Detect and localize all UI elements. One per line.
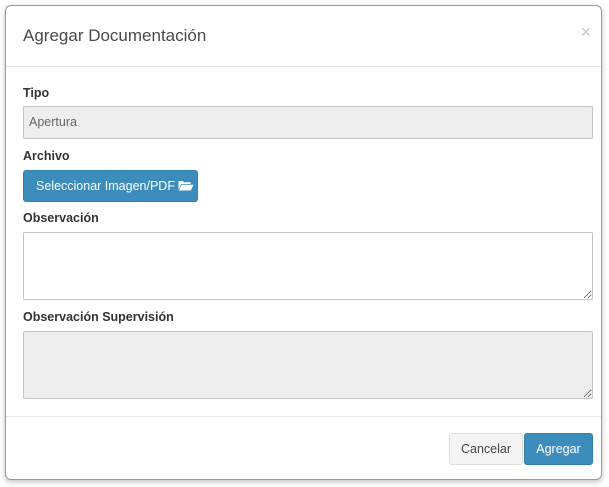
observacion-supervision-label: Observación Supervisión [23,310,174,324]
dialog-header: Agregar Documentación × [6,6,601,67]
tipo-label: Tipo [23,86,50,100]
archivo-label: Archivo [23,149,70,163]
add-button[interactable]: Agregar [524,433,593,465]
observacion-supervision-textarea[interactable] [23,331,593,399]
cancel-button[interactable]: Cancelar [449,433,523,465]
select-file-button[interactable]: Seleccionar Imagen/PDF [23,170,198,202]
close-icon[interactable]: × [580,23,591,41]
dialog-title: Agregar Documentación [23,26,207,45]
observacion-textarea[interactable] [23,232,593,300]
add-documentation-dialog: Agregar Documentación × Tipo Apertura Ar… [5,5,602,480]
select-file-button-label: Seleccionar Imagen/PDF [36,179,175,193]
dialog-footer: Cancelar Agregar [6,416,601,479]
folder-open-icon [178,172,194,191]
tipo-field[interactable]: Apertura [23,106,593,139]
observacion-label: Observación [23,211,99,225]
